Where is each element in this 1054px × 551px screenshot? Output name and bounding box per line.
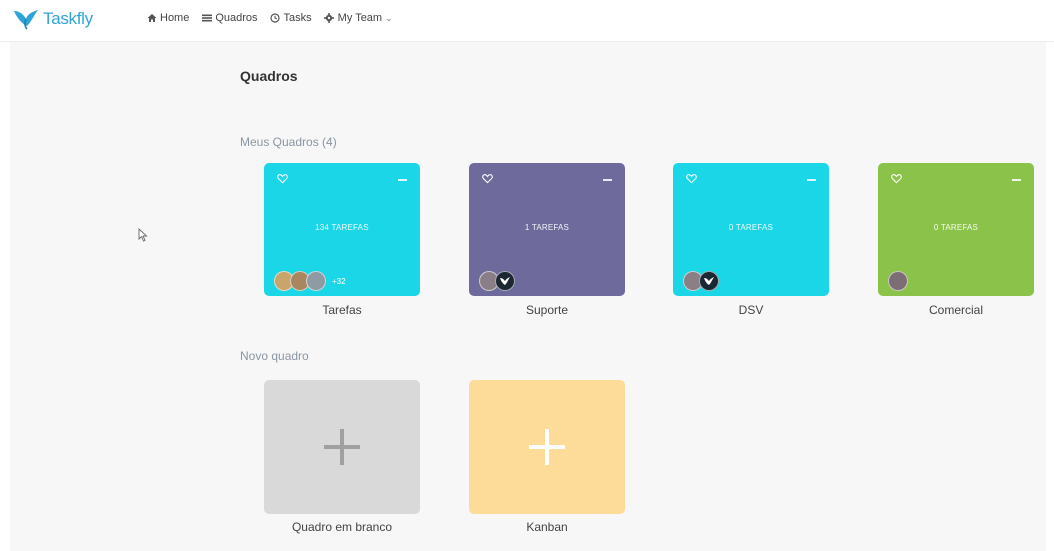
new-board-heading: Novo quadro <box>240 349 309 363</box>
heart-icon[interactable] <box>277 173 288 184</box>
member-avatars: +32 <box>274 271 346 291</box>
chevron-down-icon: ⌄ <box>385 12 393 23</box>
bird-icon <box>704 277 714 285</box>
bird-logo-icon <box>14 10 38 30</box>
card-menu-icon[interactable] <box>398 179 407 181</box>
heart-icon[interactable] <box>686 173 697 184</box>
my-boards-heading: Meus Quadros (4) <box>240 135 337 149</box>
nav-home[interactable]: Home <box>146 12 189 24</box>
template-name[interactable]: Quadro em branco <box>264 520 420 534</box>
board-card-comercial[interactable]: 0 TAREFAS <box>878 163 1034 296</box>
nav-team-label: My Team <box>337 12 383 24</box>
board-card-tarefas[interactable]: 134 TAREFAS +32 <box>264 163 420 296</box>
main-nav: Home Quadros Tasks My Team ⌄ <box>146 12 405 24</box>
board-card-suporte[interactable]: 1 TAREFAS <box>469 163 625 296</box>
task-count: 0 TAREFAS <box>933 223 979 232</box>
extra-members-count: +32 <box>332 276 346 286</box>
blank-board-tile[interactable] <box>264 380 420 514</box>
clock-icon <box>270 13 281 24</box>
avatar <box>699 271 719 291</box>
page-title: Quadros <box>240 68 298 84</box>
member-avatars <box>683 271 719 291</box>
member-avatars <box>888 271 908 291</box>
nav-tasks[interactable]: Tasks <box>270 12 312 24</box>
task-count: 134 TAREFAS <box>315 223 369 232</box>
kanban-board-tile[interactable] <box>469 380 625 514</box>
nav-team-dropdown[interactable]: My Team ⌄ <box>324 12 393 24</box>
nav-boards-label: Quadros <box>215 12 258 24</box>
board-card-dsv[interactable]: 0 TAREFAS <box>673 163 829 296</box>
board-name[interactable]: Comercial <box>878 303 1034 317</box>
member-avatars <box>479 271 515 291</box>
heart-icon[interactable] <box>482 173 493 184</box>
nav-boards[interactable]: Quadros <box>201 12 258 24</box>
task-count: 0 TAREFAS <box>728 223 774 232</box>
mouse-pointer-icon <box>138 228 148 242</box>
card-menu-icon[interactable] <box>1012 179 1021 181</box>
taskfly-logo[interactable]: Taskfly <box>12 7 93 31</box>
app-name: Taskfly <box>43 9 93 28</box>
task-count: 1 TAREFAS <box>524 223 570 232</box>
card-menu-icon[interactable] <box>603 179 612 181</box>
home-icon <box>146 13 157 24</box>
avatar <box>306 271 326 291</box>
avatar <box>888 271 908 291</box>
plus-icon <box>324 429 360 465</box>
nav-home-label: Home <box>160 12 190 24</box>
heart-icon[interactable] <box>891 173 902 184</box>
board-name[interactable]: DSV <box>673 303 829 317</box>
list-icon <box>201 13 212 24</box>
plus-icon <box>529 429 565 465</box>
gear-icon <box>324 13 335 24</box>
nav-tasks-label: Tasks <box>283 12 312 24</box>
boards-page: Quadros Meus Quadros (4) 134 TAREFAS +32… <box>10 42 1046 551</box>
top-navigation-bar: Taskfly Home Quadros Tasks My Team ⌄ <box>0 0 1054 42</box>
board-name[interactable]: Tarefas <box>264 303 420 317</box>
template-name[interactable]: Kanban <box>469 520 625 534</box>
board-name[interactable]: Suporte <box>469 303 625 317</box>
bird-icon <box>500 277 510 285</box>
card-menu-icon[interactable] <box>807 179 816 181</box>
avatar <box>495 271 515 291</box>
